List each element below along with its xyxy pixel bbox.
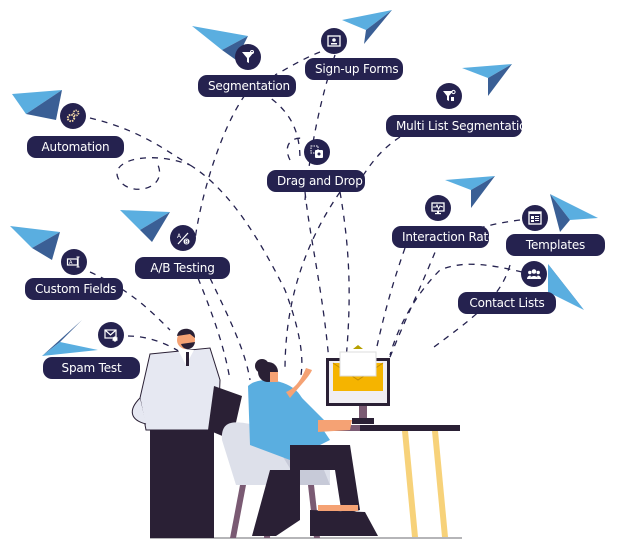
svg-text:A: A <box>69 260 73 266</box>
svg-text:B: B <box>185 240 189 246</box>
svg-text:A: A <box>177 233 182 240</box>
paper-plane-signup <box>342 10 392 44</box>
feature-ab-testing[interactable]: A/B Testing <box>135 257 230 279</box>
envelope-bug-icon <box>98 322 124 348</box>
connector-dragdrop <box>286 137 306 161</box>
funnel-person-icon <box>436 83 462 109</box>
feature-contact-lists[interactable]: Contact Lists <box>458 292 556 314</box>
feature-segmentation[interactable]: Segmentation <box>198 75 296 97</box>
monitor <box>326 345 390 424</box>
gears-icon <box>60 103 86 129</box>
connector-segmentation-desk <box>261 91 301 161</box>
paper-plane-spam <box>42 320 98 356</box>
connector-interaction <box>371 247 406 371</box>
funnel-icon <box>235 44 261 70</box>
template-layout-icon <box>522 205 548 231</box>
paper-plane-interaction <box>445 176 495 208</box>
text-field-icon: A <box>61 249 87 275</box>
feature-interaction-rate[interactable]: Interaction Rate <box>392 226 495 248</box>
paper-plane-custom <box>10 226 60 260</box>
monitor-pulse-icon <box>425 195 451 221</box>
connector-segmentation <box>194 94 246 241</box>
feature-signup-forms[interactable]: Sign-up Forms <box>305 58 403 80</box>
people-group-icon <box>521 261 547 287</box>
feature-multi-list-segmentation[interactable]: Multi List Segmentation <box>386 115 534 137</box>
feature-drag-and-drop[interactable]: Drag and Drop <box>267 170 365 192</box>
feature-automation[interactable]: Automation <box>27 136 124 158</box>
feature-custom-fields[interactable]: Custom Fields <box>25 278 123 300</box>
paper-plane-multilist <box>462 64 512 96</box>
connector-multilist <box>359 136 401 181</box>
paper-plane-ab <box>120 210 170 242</box>
feature-spam-test[interactable]: Spam Test <box>43 357 140 379</box>
feature-templates[interactable]: Templates <box>506 234 605 256</box>
ab-test-icon: AB <box>170 225 196 251</box>
paper-plane-automation <box>12 90 62 120</box>
connector-ab-2 <box>209 277 251 381</box>
connector-dragdrop-desk2 <box>339 191 350 371</box>
drag-drop-icon <box>304 139 330 165</box>
paper-plane-templates <box>550 194 598 232</box>
connector-dragdrop-desk1 <box>284 191 341 371</box>
connector-dragdrop-desk3 <box>304 191 331 376</box>
signup-form-icon <box>321 28 347 54</box>
